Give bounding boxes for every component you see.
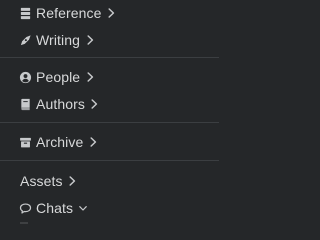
- sidebar-item-archive[interactable]: Archive: [0, 130, 219, 154]
- pen-nib-icon: [18, 33, 32, 47]
- sidebar-item-label: Chats: [36, 200, 74, 216]
- chevron-right-icon: [89, 137, 97, 147]
- sidebar-item-label: Archive: [36, 134, 84, 150]
- chevron-right-icon: [108, 8, 116, 18]
- book-icon: [18, 97, 32, 111]
- next-item-partial: [20, 222, 28, 224]
- archive-box-icon: [18, 135, 32, 149]
- divider: [0, 122, 219, 123]
- sidebar-item-authors[interactable]: Authors: [0, 92, 219, 116]
- book-stack-icon: [18, 6, 32, 20]
- divider: [0, 57, 219, 58]
- sidebar-item-assets[interactable]: Assets: [0, 169, 219, 193]
- sidebar-item-chats[interactable]: Chats: [0, 196, 219, 220]
- user-circle-icon: [18, 70, 32, 84]
- chat-bubble-icon: [18, 201, 32, 215]
- divider: [0, 160, 219, 161]
- sidebar-item-people[interactable]: People: [0, 65, 219, 89]
- chevron-down-icon: [79, 203, 87, 213]
- chevron-right-icon: [86, 35, 94, 45]
- sidebar-item-label: People: [36, 69, 81, 85]
- sidebar-item-reference[interactable]: Reference: [0, 1, 219, 25]
- chevron-right-icon: [69, 176, 77, 186]
- sidebar-item-writing[interactable]: Writing: [0, 28, 219, 52]
- sidebar-item-label: Reference: [36, 5, 102, 21]
- chevron-right-icon: [91, 99, 99, 109]
- chevron-right-icon: [86, 72, 94, 82]
- sidebar-nav: Reference Writing People Authors Archive…: [0, 0, 219, 226]
- sidebar-item-label: Writing: [36, 32, 81, 48]
- sidebar-item-label: Authors: [36, 96, 85, 112]
- sidebar-item-label: Assets: [20, 173, 63, 189]
